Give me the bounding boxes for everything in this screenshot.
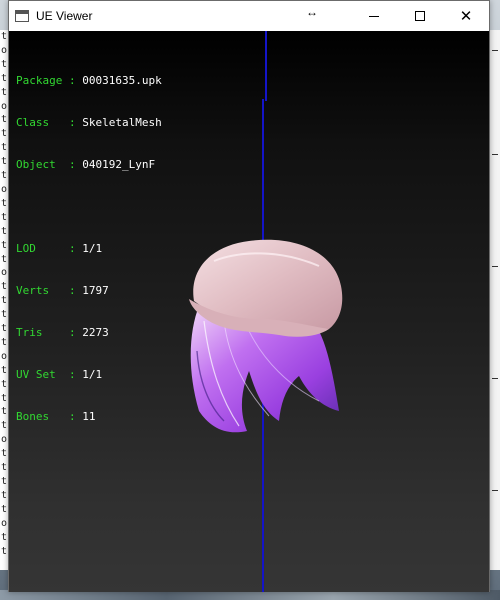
mesh-info-panel: Package : 00031635.upk Class : SkeletalM… <box>16 46 162 452</box>
app-icon <box>15 10 29 22</box>
info-row-class: Class : SkeletalMesh <box>16 116 162 129</box>
info-row-lod: LOD : 1/1 <box>16 242 103 255</box>
resize-icon: ↔ <box>306 5 318 19</box>
window-title: UE Viewer <box>36 9 93 23</box>
mesh-preview <box>189 239 343 433</box>
info-row-tris: Tris : 2273 <box>16 326 109 339</box>
info-row-package: Package : 00031635.upk <box>16 74 162 87</box>
info-row-bones: Bones : 11 <box>16 410 96 423</box>
background-window-right <box>490 30 500 570</box>
ue-viewer-window: UE Viewer ↔ ✕ Package: 00031635.upk Cla… <box>8 0 490 592</box>
maximize-icon <box>415 11 425 21</box>
minimize-button[interactable] <box>351 1 397 31</box>
close-icon: ✕ <box>459 7 473 25</box>
3d-viewport[interactable]: Package : 00031635.upk Class : SkeletalM… <box>9 31 489 592</box>
axis-line <box>265 31 267 101</box>
maximize-button[interactable] <box>397 1 443 31</box>
close-button[interactable]: ✕ <box>443 1 489 31</box>
title-bar[interactable]: UE Viewer ↔ ✕ <box>9 1 489 31</box>
minimize-icon <box>369 15 379 17</box>
hat-shape <box>189 239 343 337</box>
info-row-verts: Verts : 1797 <box>16 284 109 297</box>
info-row-object: Object : 040192_LynF <box>16 158 156 171</box>
info-row-uvset: UV Set : 1/1 <box>16 368 103 381</box>
